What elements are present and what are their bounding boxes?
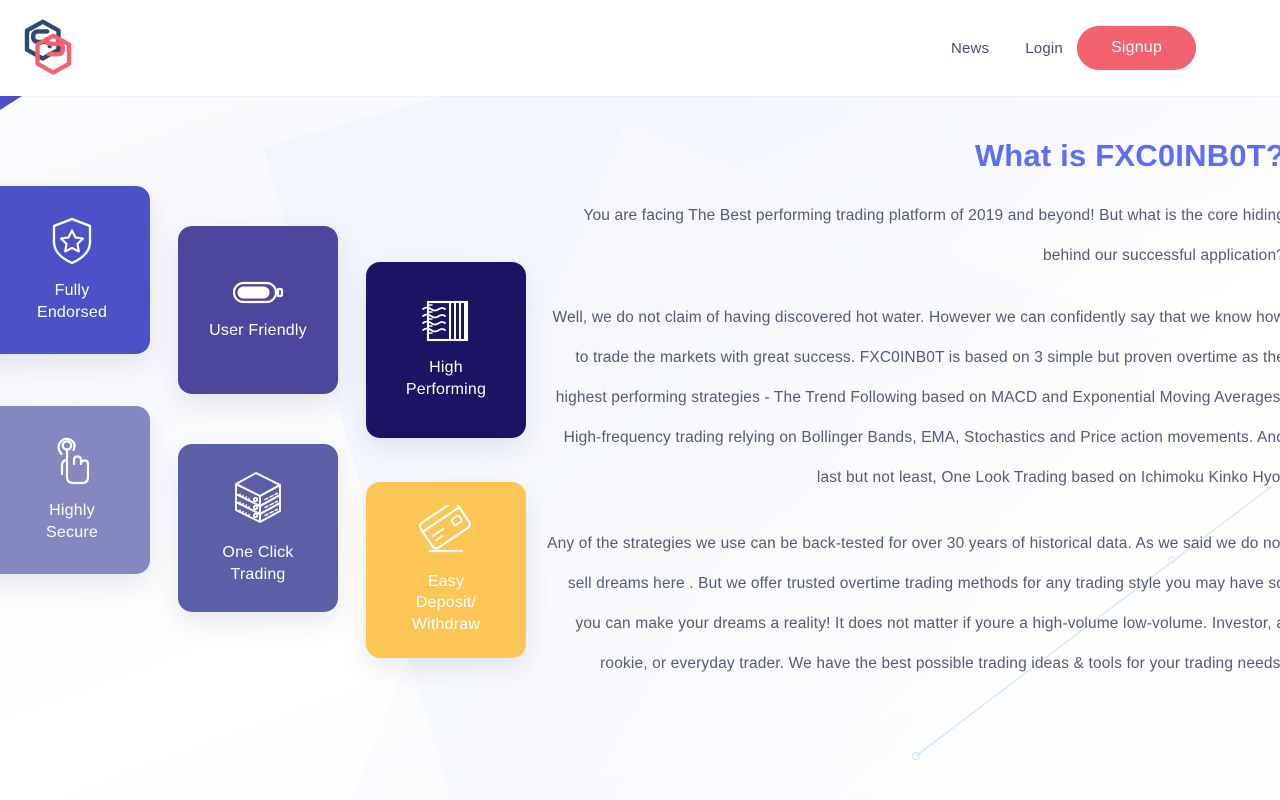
feature-card-grid: Fully Endorsed Highly Secure User Friend… bbox=[0, 96, 560, 696]
about-paragraph-3: Any of the strategies we use can be back… bbox=[547, 535, 1280, 672]
feature-card-easy-deposit-withdraw[interactable]: Easy Deposit/ Withdraw bbox=[366, 482, 526, 658]
logo-link[interactable] bbox=[20, 16, 76, 80]
shield-star-icon bbox=[52, 218, 92, 265]
nav-link-login[interactable]: Login bbox=[1007, 40, 1077, 57]
feature-card-user-friendly[interactable]: User Friendly bbox=[178, 226, 338, 394]
feature-card-high-performing[interactable]: High Performing bbox=[366, 262, 526, 438]
about-paragraph-2: Well, we do not claim of having discover… bbox=[552, 309, 1280, 486]
main-nav: News Login Signup bbox=[933, 26, 1196, 70]
signup-button[interactable]: Signup bbox=[1076, 26, 1196, 70]
feature-card-one-click-trading[interactable]: One Click Trading bbox=[178, 444, 338, 612]
server-stack-icon bbox=[235, 472, 281, 524]
bar-chart-waves-icon bbox=[422, 301, 469, 342]
feature-card-highly-secure[interactable]: Highly Secure bbox=[0, 406, 150, 574]
card-label: One Click Trading bbox=[222, 544, 294, 583]
about-section: What is FXC0INB0T? You are facing The Be… bbox=[540, 96, 1280, 706]
fxcoinbot-logo bbox=[24, 19, 72, 75]
battery-icon bbox=[232, 282, 284, 304]
feature-card-fully-endorsed[interactable]: Fully Endorsed bbox=[0, 186, 150, 354]
card-label: Easy Deposit/ Withdraw bbox=[411, 572, 481, 633]
about-paragraph-1: You are facing The Best performing tradi… bbox=[583, 207, 1280, 264]
card-label: User Friendly bbox=[209, 322, 307, 340]
nav-link-news[interactable]: News bbox=[933, 40, 1007, 57]
touch-hand-icon bbox=[57, 438, 90, 485]
site-header: News Login Signup bbox=[0, 0, 1280, 96]
credit-card-icon bbox=[418, 504, 471, 552]
page-title: What is FXC0INB0T? bbox=[974, 138, 1280, 173]
card-label: Fully Endorsed bbox=[36, 282, 108, 321]
card-label: Highly Secure bbox=[46, 502, 98, 541]
card-label: High Performing bbox=[405, 359, 487, 398]
